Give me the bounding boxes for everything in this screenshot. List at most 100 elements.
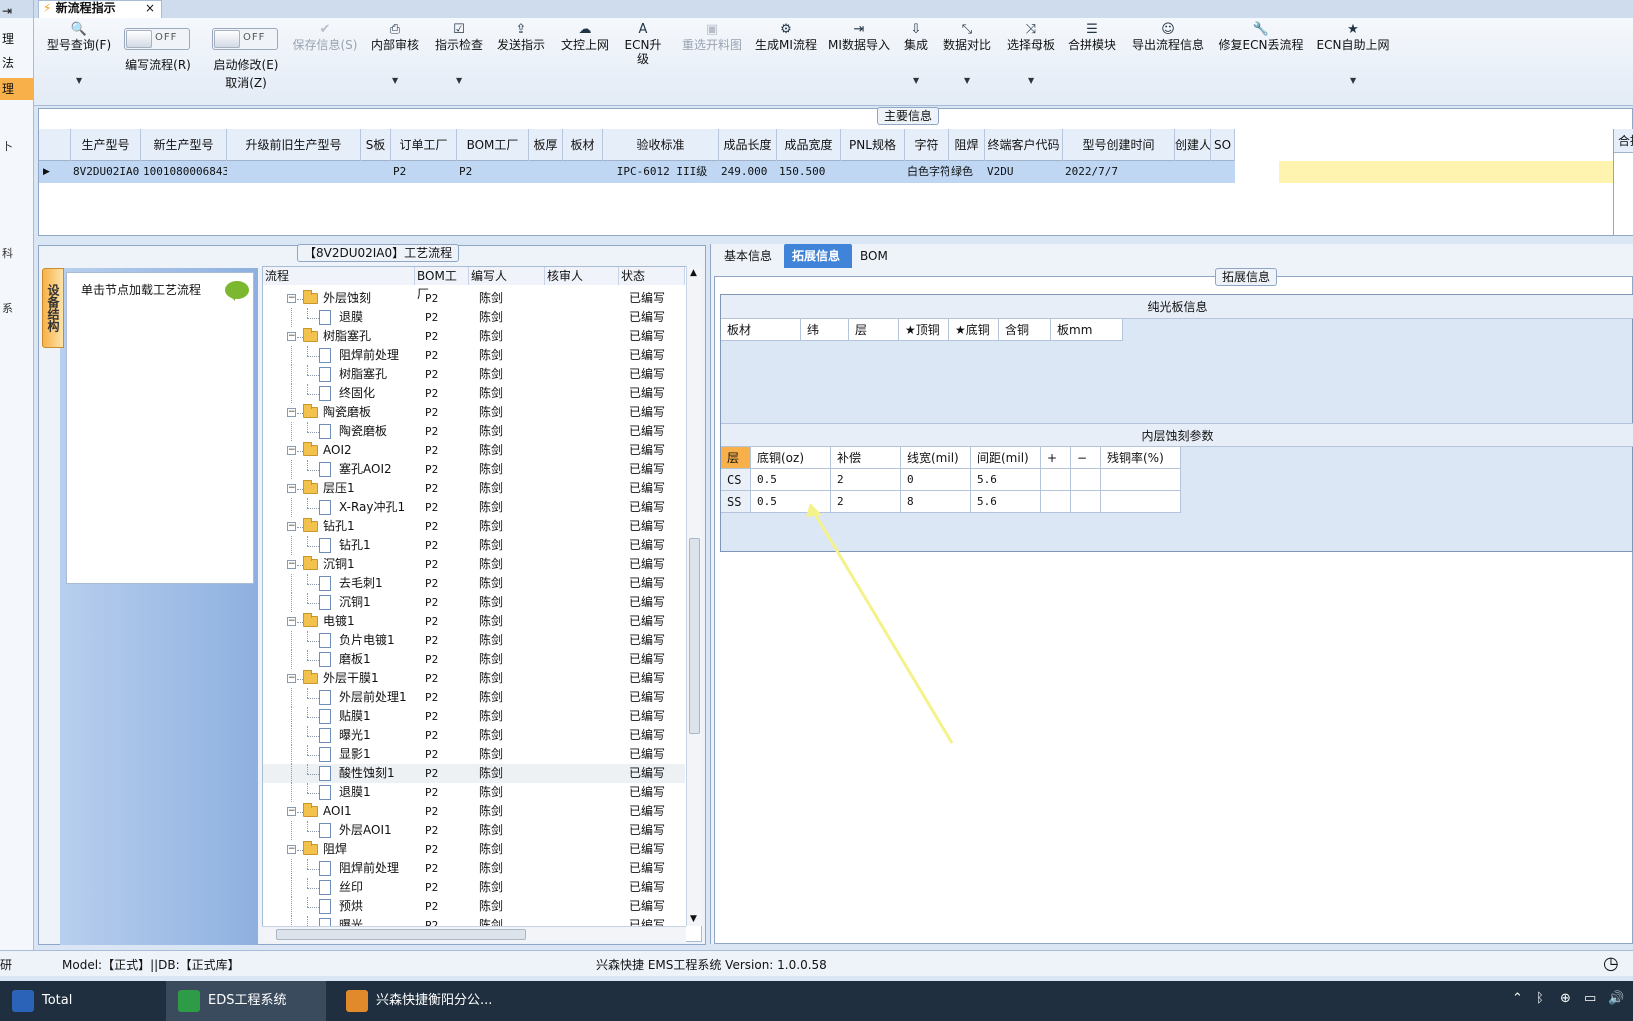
chevron-down-icon[interactable]: ▼ [392,76,398,85]
inner-etch-column[interactable]: 线宽(mil) [901,447,971,469]
inner-etch-cell[interactable]: 0 [901,469,971,491]
cell[interactable] [227,161,361,183]
collapse-toggle-icon[interactable]: − [287,446,296,455]
tab-basic-info[interactable]: 基本信息 [716,244,786,268]
taskbar-item[interactable]: 兴森快捷衡阳分公... [334,981,494,1021]
inner-etch-cell[interactable]: CS [721,469,751,491]
toolbar-button-2[interactable]: ⎙ 内部审核 [370,22,420,52]
cell[interactable]: 白色字符 [905,161,949,183]
tree-row[interactable]: − AOI1 P2 陈剑 已编写 [263,802,685,821]
inner-etch-cell[interactable] [1101,469,1181,491]
clock-icon[interactable]: ◷ [1603,953,1619,974]
tree-row[interactable]: 退膜1 P2 陈剑 已编写 [263,783,685,802]
tree-column-header[interactable]: 编写人 [469,267,545,285]
collapse-toggle-icon[interactable]: − [287,807,296,816]
column-header[interactable]: 生产型号 [71,129,141,161]
bare-board-column[interactable]: 纬 [801,319,849,341]
left-nav-item-2[interactable]: 法 [0,52,33,74]
scroll-down-icon[interactable]: ▼ [690,914,697,924]
exit-icon[interactable]: ⇥ [0,0,33,18]
collapse-toggle-icon[interactable]: − [287,522,296,531]
inner-etch-cell[interactable]: 0.5 [751,469,831,491]
collapse-toggle-icon[interactable]: − [287,845,296,854]
column-header[interactable]: 升级前旧生产型号 [227,129,361,161]
tree-column-header[interactable]: 流程 [263,267,415,285]
inner-etch-cell[interactable] [1041,469,1071,491]
h-scroll-thumb[interactable] [276,929,526,940]
tree-row[interactable]: 酸性蚀刻1 P2 陈剑 已编写 [263,764,685,783]
column-header[interactable]: PNL规格 [841,129,905,161]
toolbar-button-4[interactable]: ⇪ 发送指示 [494,22,548,52]
cell[interactable]: P2 [457,161,529,183]
inner-etch-cell[interactable] [1071,491,1101,513]
tree-row[interactable]: − 外层蚀刻 P2 陈剑 已编写 [263,289,685,308]
bare-board-column[interactable]: 层 [849,319,899,341]
tree-row[interactable]: 曝光1 P2 陈剑 已编写 [263,726,685,745]
cell[interactable] [529,161,563,183]
column-header[interactable]: SO [1211,129,1235,161]
column-header[interactable]: 验收标准 [603,129,719,161]
cell[interactable] [841,161,905,183]
cell[interactable]: 10010800068432 [141,161,227,183]
cell[interactable] [1175,161,1211,183]
cell[interactable]: IPC-6012 III级 [603,161,719,183]
inner-etch-column[interactable]: 底铜(oz) [751,447,831,469]
tree-column-header[interactable]: 状态 [619,267,685,285]
process-tree[interactable]: 流程 BOM工厂 编写人 核审人 状态 − 外层蚀刻 P2 陈剑 已编写 退膜 P2 陈剑 已编写 − 树脂塞… [262,266,702,942]
tree-row[interactable]: − 层压1 P2 陈剑 已编写 [263,479,685,498]
tree-row[interactable]: 沉铜1 P2 陈剑 已编写 [263,593,685,612]
column-header[interactable]: 成品宽度 [777,129,841,161]
tree-row[interactable]: − 沉铜1 P2 陈剑 已编写 [263,555,685,574]
tree-row[interactable]: 显影1 P2 陈剑 已编写 [263,745,685,764]
collapse-toggle-icon[interactable]: − [287,560,296,569]
inner-etch-column[interactable]: + [1041,447,1071,469]
bare-board-column[interactable]: ★底铜 [949,319,999,341]
edit-process-toggle[interactable]: OFF [124,28,190,50]
tree-row[interactable]: − 树脂塞孔 P2 陈剑 已编写 [263,327,685,346]
chevron-down-icon[interactable]: ▼ [456,76,462,85]
inner-etch-column[interactable]: 补偿 [831,447,901,469]
tab-structure[interactable]: 设备结构 [42,268,64,348]
column-header[interactable]: 终端客户代码 [985,129,1063,161]
inner-etch-cell[interactable]: 5.6 [971,491,1041,513]
tree-vertical-scrollbar[interactable]: ▲ ▼ [686,266,702,926]
column-header[interactable]: 板材 [563,129,603,161]
tree-row[interactable]: 去毛刺1 P2 陈剑 已编写 [263,574,685,593]
left-nav-item-3[interactable]: 理 [0,78,33,100]
tree-column-header[interactable]: 核审人 [545,267,619,285]
toolbar-button-15[interactable]: 🔧 修复ECN丢流程 [1216,22,1306,52]
tree-row[interactable]: − AOI2 P2 陈剑 已编写 [263,441,685,460]
inner-etch-column[interactable]: 残铜率(%) [1101,447,1181,469]
tree-row[interactable]: − 外层干膜1 P2 陈剑 已编写 [263,669,685,688]
toolbar-button-16[interactable]: ★ ECN自助上网 [1310,22,1396,52]
node-list[interactable]: 单击节点加载工艺流程 [66,272,254,584]
toolbar-button-12[interactable]: ⤨ 选择母板 [1004,22,1058,52]
toolbar-button-10[interactable]: ⇩ 集成 [898,22,934,52]
toolbar-button-14[interactable]: ☺ 导出流程信息 [1126,22,1210,52]
collapse-toggle-icon[interactable]: − [287,484,296,493]
tree-row[interactable]: 预烘 P2 陈剑 已编写 [263,897,685,916]
chevron-up-icon[interactable]: ⌃ [1512,991,1523,1006]
column-header[interactable]: 板厚 [529,129,563,161]
security-icon[interactable]: ⊕ [1560,991,1571,1006]
column-header[interactable]: 成品长度 [719,129,777,161]
toolbar-button-7[interactable]: ▣ 重选开料图 [676,22,748,52]
inner-etch-cell[interactable] [1101,491,1181,513]
chevron-down-icon[interactable]: ▼ [76,76,82,85]
column-header[interactable]: 新生产型号 [141,129,227,161]
column-header[interactable]: 创建人 [1175,129,1211,161]
tab-extended-info[interactable]: 拓展信息 [784,244,852,268]
tree-row[interactable]: 阻焊前处理 P2 陈剑 已编写 [263,346,685,365]
tree-row[interactable]: − 电镀1 P2 陈剑 已编写 [263,612,685,631]
tree-row[interactable]: 退膜 P2 陈剑 已编写 [263,308,685,327]
toolbar-button-3[interactable]: ☑ 指示检查 [432,22,486,52]
chevron-down-icon[interactable]: ▼ [1350,76,1356,85]
toolbar-button-0[interactable]: 🔍 型号查询(F) [44,22,114,52]
tree-row[interactable]: − 阻焊 P2 陈剑 已编写 [263,840,685,859]
inner-etch-cell[interactable]: 2 [831,469,901,491]
start-modify-toggle[interactable]: OFF [212,28,278,50]
cell[interactable] [1211,161,1235,183]
scroll-thumb[interactable] [689,538,700,734]
collapse-toggle-icon[interactable]: − [287,294,296,303]
tree-horizontal-scrollbar[interactable] [262,926,686,942]
